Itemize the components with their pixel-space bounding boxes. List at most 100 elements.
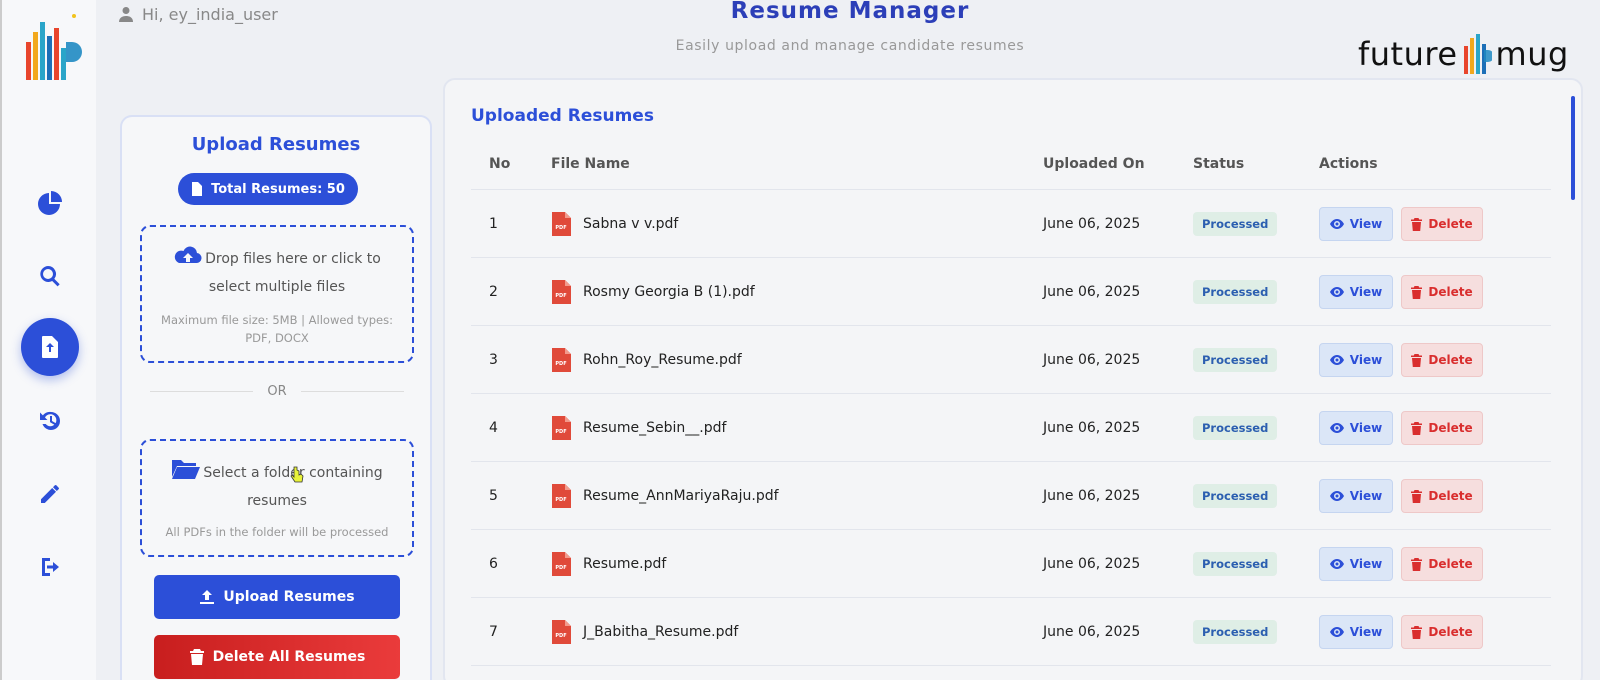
view-button[interactable]: View <box>1319 343 1393 377</box>
file-icon <box>192 182 203 196</box>
view-button[interactable]: View <box>1319 615 1393 649</box>
delete-button-label: Delete <box>1428 557 1473 571</box>
row-status-cell: Processed <box>1193 326 1278 394</box>
row-file-name[interactable]: Resume_AnnMariyaRaju.pdf <box>583 488 779 504</box>
delete-button-label: Delete <box>1428 285 1473 299</box>
eye-icon <box>1329 627 1344 637</box>
status-badge: Processed <box>1193 484 1278 508</box>
row-number: 2 <box>489 284 498 300</box>
pdf-badge-text: PDF <box>555 565 566 571</box>
row-status-cell: Processed <box>1193 530 1278 598</box>
pdf-badge-text: PDF <box>555 429 566 435</box>
total-resumes-label: Total Resumes: 50 <box>211 181 345 197</box>
view-button[interactable]: View <box>1319 275 1393 309</box>
trash-icon <box>1411 353 1423 367</box>
delete-button[interactable]: Delete <box>1401 479 1483 513</box>
dropzone-hint: Maximum file size: 5MB | Allowed types: … <box>161 313 393 345</box>
sidebar-item-dashboard[interactable] <box>21 174 79 232</box>
view-button[interactable]: View <box>1319 207 1393 241</box>
row-status-cell: Processed <box>1193 598 1278 666</box>
pdf-file-icon: PDF <box>552 348 571 372</box>
trash-icon <box>1411 285 1423 299</box>
sidebar-item-edit[interactable] <box>21 465 79 523</box>
row-actions: View Delete <box>1319 462 1483 530</box>
delete-button[interactable]: Delete <box>1401 615 1483 649</box>
column-header-status: Status <box>1193 156 1245 172</box>
mouse-cursor-icon <box>290 466 304 483</box>
logout-icon <box>42 558 59 576</box>
row-file-cell: PDF Resume_Sebin__.pdf <box>551 394 726 462</box>
delete-button-label: Delete <box>1428 625 1473 639</box>
file-dropzone[interactable]: Drop files here or click to select multi… <box>140 225 414 363</box>
app-logo-icon[interactable] <box>22 12 82 84</box>
row-file-name[interactable]: J_Babitha_Resume.pdf <box>583 624 738 640</box>
file-upload-icon <box>42 336 58 358</box>
pdf-file-icon: PDF <box>552 212 571 236</box>
upload-resumes-button[interactable]: Upload Resumes <box>154 575 400 619</box>
sidebar-item-history[interactable] <box>21 392 79 450</box>
eye-icon <box>1329 287 1344 297</box>
table-row: 1 PDF Sabna v v.pdf June 06, 2025 Proces… <box>471 190 1551 258</box>
sidebar-item-resumes[interactable] <box>21 318 79 376</box>
pie-chart-icon <box>38 191 62 215</box>
view-button-label: View <box>1349 421 1383 435</box>
trash-icon <box>1411 489 1423 503</box>
sidebar-item-search[interactable] <box>21 247 79 305</box>
row-actions: View Delete <box>1319 598 1483 666</box>
delete-button[interactable]: Delete <box>1401 275 1483 309</box>
row-number: 3 <box>489 352 498 368</box>
row-file-name[interactable]: Resume_Sebin__.pdf <box>583 420 726 436</box>
uploaded-resumes-panel: Uploaded Resumes No File Name Uploaded O… <box>443 78 1583 680</box>
view-button-label: View <box>1349 285 1383 299</box>
view-button[interactable]: View <box>1319 547 1393 581</box>
view-button[interactable]: View <box>1319 411 1393 445</box>
delete-button[interactable]: Delete <box>1401 547 1483 581</box>
upload-panel: Upload Resumes Total Resumes: 50 Drop fi… <box>120 115 432 680</box>
view-button-label: View <box>1349 489 1383 503</box>
pdf-file-icon: PDF <box>552 416 571 440</box>
sidebar-item-logout[interactable] <box>21 538 79 596</box>
trash-icon <box>1411 421 1423 435</box>
brand-mark-icon <box>1463 34 1492 74</box>
view-button-label: View <box>1349 625 1383 639</box>
row-file-name[interactable]: Sabna v v.pdf <box>583 216 678 232</box>
folder-text-wrap: Select a folder containing resumes <box>142 457 412 515</box>
row-uploaded-on: June 06, 2025 <box>1043 488 1141 504</box>
trash-icon <box>189 649 204 665</box>
brand-logo: future mug <box>1358 32 1569 76</box>
row-file-name[interactable]: Rohn_Roy_Resume.pdf <box>583 352 742 368</box>
table-header: No File Name Uploaded On Status Actions <box>471 140 1551 190</box>
pdf-badge-text: PDF <box>555 293 566 299</box>
delete-button-label: Delete <box>1428 421 1473 435</box>
row-actions: View Delete <box>1319 190 1483 258</box>
delete-all-resumes-button[interactable]: Delete All Resumes <box>154 635 400 679</box>
delete-button[interactable]: Delete <box>1401 343 1483 377</box>
row-status-cell: Processed <box>1193 258 1278 326</box>
row-uploaded-on: June 06, 2025 <box>1043 624 1141 640</box>
delete-button-label: Delete <box>1428 217 1473 231</box>
column-header-uploaded-on: Uploaded On <box>1043 156 1145 172</box>
page-subtitle: Easily upload and manage candidate resum… <box>675 38 1025 54</box>
folder-open-icon <box>172 460 201 479</box>
row-number: 1 <box>489 216 498 232</box>
row-file-name[interactable]: Rosmy Georgia B (1).pdf <box>583 284 755 300</box>
table-row: 7 PDF J_Babitha_Resume.pdf June 06, 2025… <box>471 598 1551 666</box>
column-header-file-name: File Name <box>551 156 630 172</box>
table-row: 6 PDF Resume.pdf June 06, 2025 Processed… <box>471 530 1551 598</box>
eye-icon <box>1329 491 1344 501</box>
scrollbar-thumb[interactable] <box>1571 96 1575 200</box>
view-button[interactable]: View <box>1319 479 1393 513</box>
view-button-label: View <box>1349 557 1383 571</box>
row-uploaded-on: June 06, 2025 <box>1043 284 1141 300</box>
delete-button[interactable]: Delete <box>1401 207 1483 241</box>
folder-dropzone[interactable]: Select a folder containing resumes All P… <box>140 439 414 557</box>
row-file-name[interactable]: Resume.pdf <box>583 556 666 572</box>
table-row: 3 PDF Rohn_Roy_Resume.pdf June 06, 2025 … <box>471 326 1551 394</box>
user-icon <box>119 7 133 22</box>
status-badge: Processed <box>1193 416 1278 440</box>
eye-icon <box>1329 559 1344 569</box>
row-file-cell: PDF J_Babitha_Resume.pdf <box>551 598 738 666</box>
delete-button[interactable]: Delete <box>1401 411 1483 445</box>
eye-icon <box>1329 355 1344 365</box>
or-text: OR <box>267 383 287 399</box>
